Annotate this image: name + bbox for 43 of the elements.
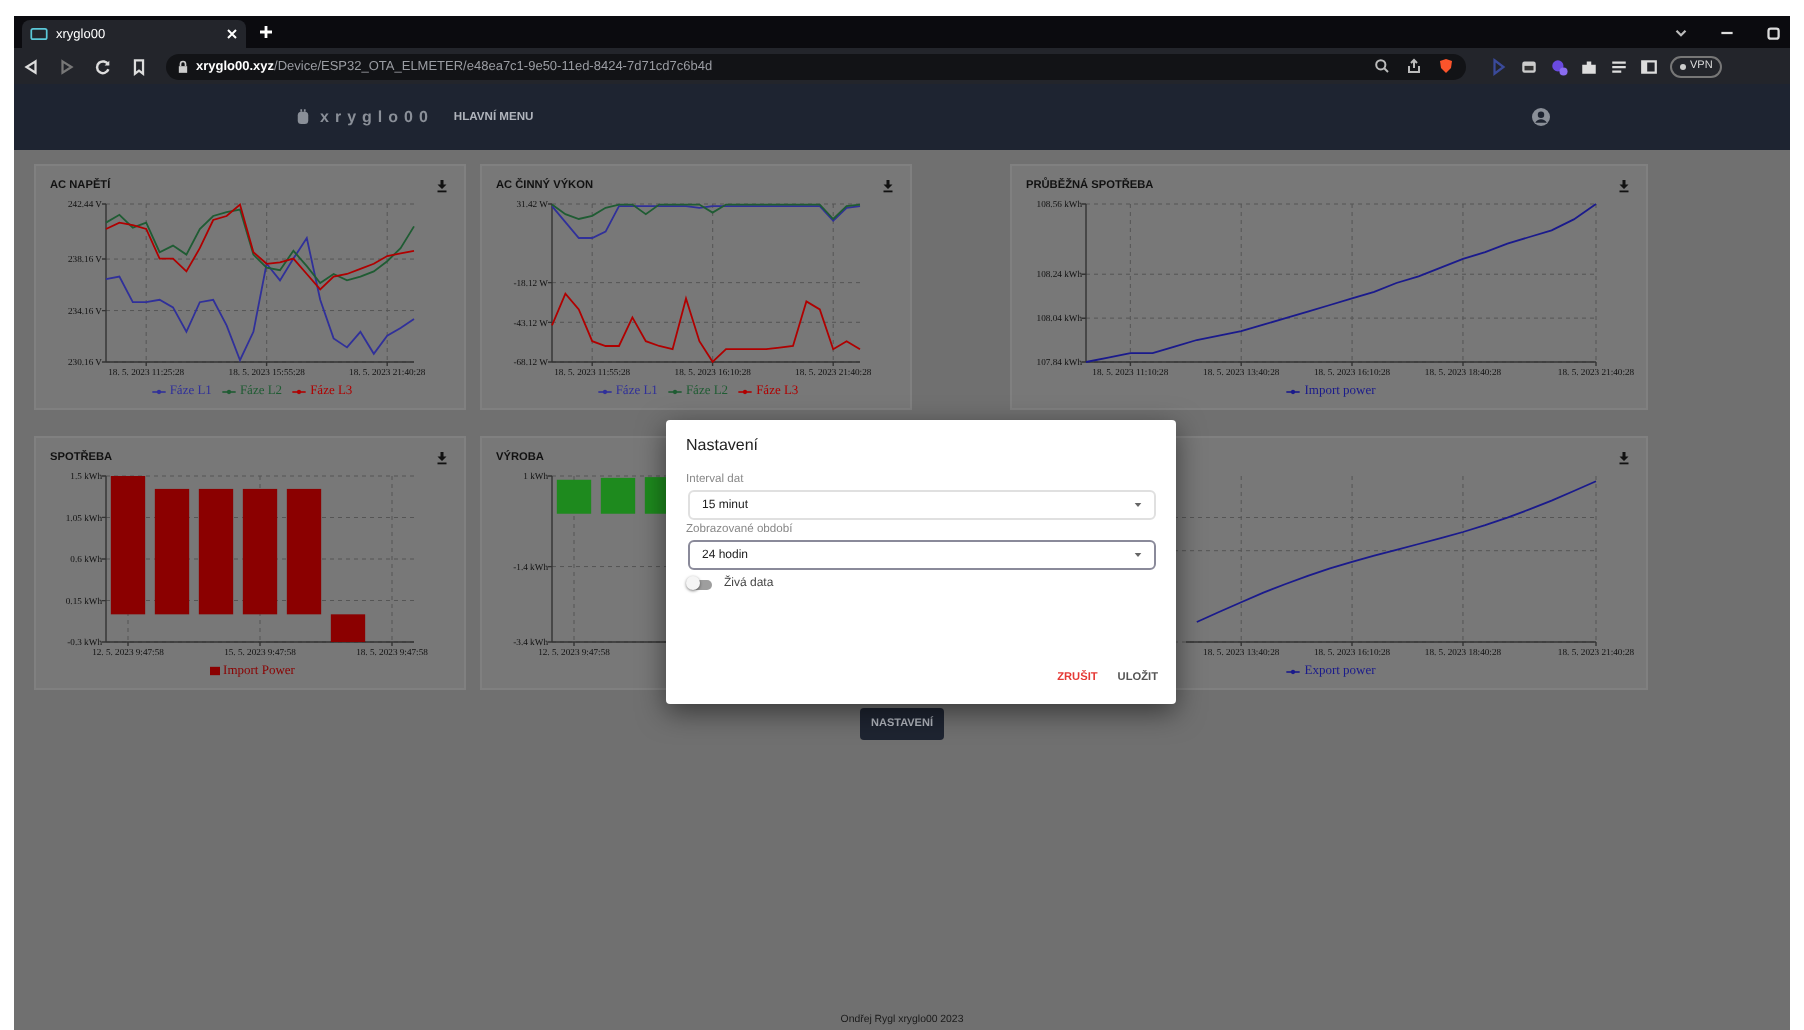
lock-icon — [178, 59, 188, 73]
legend-line-icon — [738, 387, 753, 395]
caret-icon — [1134, 552, 1142, 558]
logo-icon — [296, 108, 310, 126]
bookmark-icon[interactable] — [130, 57, 148, 75]
legend-square-icon — [209, 666, 220, 676]
legend-line-icon — [597, 387, 612, 395]
legend-line-icon — [292, 387, 307, 395]
forward-icon[interactable] — [58, 57, 76, 75]
legend-line-icon — [151, 387, 166, 395]
share-icon[interactable] — [1406, 58, 1422, 74]
brand-name[interactable]: xryglo00 — [320, 108, 434, 126]
shield-icon[interactable] — [1438, 58, 1454, 74]
dialog-title: Nastavení — [686, 436, 761, 454]
download-icon[interactable] — [436, 450, 448, 466]
legend-line-icon — [221, 387, 236, 395]
zoom-icon[interactable] — [1374, 58, 1390, 74]
download-icon[interactable] — [1618, 450, 1630, 466]
screen-icon[interactable] — [1520, 57, 1538, 75]
plus-icon[interactable] — [258, 24, 274, 40]
back-icon[interactable] — [22, 57, 40, 75]
download-icon[interactable] — [882, 178, 894, 194]
user-icon[interactable] — [1532, 108, 1550, 126]
download-icon[interactable] — [436, 178, 448, 194]
download-icon[interactable] — [1618, 178, 1630, 194]
reload-icon[interactable] — [94, 57, 112, 75]
data-bar — [330, 614, 366, 642]
data-bar — [556, 479, 592, 514]
caret-icon — [1134, 502, 1142, 508]
data-bar — [286, 488, 322, 615]
sidebar-icon[interactable] — [1640, 57, 1658, 75]
restore-icon[interactable] — [1764, 23, 1782, 41]
toggle-switch[interactable] — [688, 579, 712, 589]
legend-line-icon — [667, 387, 682, 395]
data-bar — [600, 477, 636, 514]
window-icon — [30, 28, 48, 40]
data-bar — [154, 488, 190, 615]
data-bar — [198, 488, 234, 615]
data-bar — [110, 476, 146, 615]
list-icon[interactable] — [1610, 57, 1628, 75]
close-icon[interactable] — [226, 28, 238, 40]
legend-line-icon — [1286, 387, 1301, 395]
data-bar — [242, 488, 278, 615]
